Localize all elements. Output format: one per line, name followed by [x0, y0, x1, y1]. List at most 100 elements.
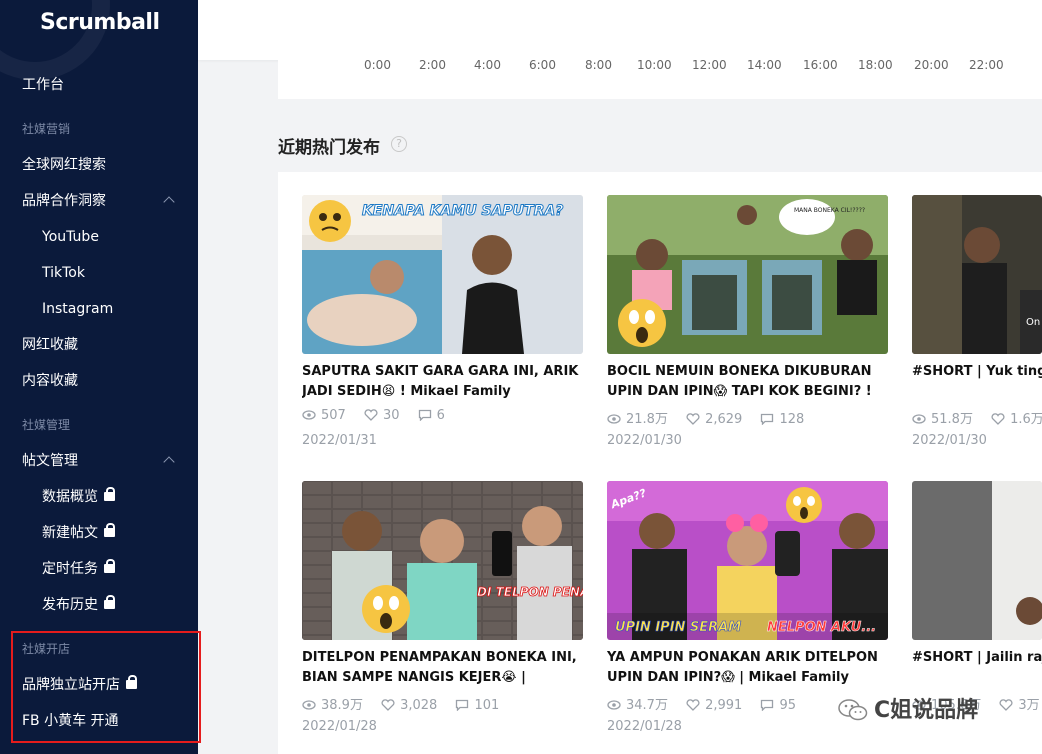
eye-icon: [302, 410, 316, 420]
lock-icon: [104, 559, 115, 574]
views-count: 21.8万: [626, 412, 668, 427]
post-thumbnail[interactable]: On: [912, 195, 1042, 354]
axis-tick: 10:00: [637, 58, 672, 72]
views-count: 507: [321, 408, 346, 423]
time-axis: 0:00 2:00 4:00 6:00 8:00 10:00 12:00 14:…: [278, 52, 1042, 99]
post-thumbnail[interactable]: [912, 481, 1042, 640]
axis-tick: 16:00: [803, 58, 838, 72]
post-stats: 38.9万 3,028 101: [302, 694, 513, 713]
eye-icon: [607, 414, 621, 424]
post-title[interactable]: YA AMPUN PONAKAN ARIK DITELPON UPIN DAN …: [607, 648, 888, 688]
sidebar-item-content-favorites[interactable]: 内容收藏: [22, 371, 78, 391]
sidebar-item-publish-history[interactable]: 发布历史: [42, 595, 115, 615]
sidebar-item-global-search[interactable]: 全球网红搜索: [22, 155, 106, 175]
comments-stat: 95: [760, 698, 796, 713]
chevron-up-icon[interactable]: [163, 196, 175, 208]
sidebar-item-label: 定时任务: [42, 561, 98, 577]
post-date: 2022/01/30: [912, 433, 987, 448]
thumb-text: KENAPA KAMU SAPUTRA?: [362, 203, 563, 219]
axis-tick: 4:00: [474, 58, 501, 72]
eye-icon: [607, 700, 621, 710]
views-stat: 34.7万: [607, 694, 668, 713]
chevron-up-icon[interactable]: [163, 456, 175, 468]
sidebar-item-data-overview[interactable]: 数据概览: [42, 487, 115, 507]
eye-icon: [302, 700, 316, 710]
views-count: 34.7万: [626, 698, 668, 713]
post-card[interactable]: KENAPA KAMU SAPUTRA? SAPUTRA SAKIT GARA …: [302, 195, 588, 465]
likes-stat: 2,629: [686, 412, 742, 427]
axis-tick: 14:00: [747, 58, 782, 72]
thumb-text: DI TELPON PENAMPAKAN SERAM...: [477, 585, 583, 599]
highlight-box: [11, 631, 201, 743]
post-card[interactable]: DI TELPON PENAMPAKAN SERAM... DITELPON P…: [302, 481, 588, 751]
heart-icon: [999, 699, 1013, 711]
lock-icon: [104, 487, 115, 502]
sidebar-item-influencer-favorites[interactable]: 网红收藏: [22, 335, 78, 355]
sidebar-item-post-management[interactable]: 帖文管理: [22, 451, 78, 471]
likes-count: 30: [382, 408, 400, 423]
post-card[interactable]: MANA BONEKA CIL!???? BOCIL NEMUIN BONEKA…: [607, 195, 893, 465]
post-stats: 507 30 6: [302, 408, 459, 426]
sidebar-item-workbench[interactable]: 工作台: [22, 75, 64, 95]
sidebar-item-instagram[interactable]: Instagram: [42, 299, 113, 319]
axis-tick: 6:00: [529, 58, 556, 72]
axis-tick: 22:00: [969, 58, 1004, 72]
post-thumbnail[interactable]: KENAPA KAMU SAPUTRA?: [302, 195, 583, 354]
views-stat: 51.8万: [912, 408, 973, 427]
post-title[interactable]: BOCIL NEMUIN BONEKA DIKUBURAN UPIN DAN I…: [607, 362, 888, 402]
app-logo[interactable]: Scrumball: [40, 10, 160, 35]
axis-tick: 12:00: [692, 58, 727, 72]
heart-icon: [991, 413, 1005, 425]
help-icon[interactable]: ?: [391, 136, 407, 152]
post-thumbnail[interactable]: Apa?? UPIN IPIN SERAM NELPON AKU...: [607, 481, 888, 640]
axis-tick: 0:00: [364, 58, 391, 72]
comment-icon: [418, 409, 431, 421]
thumb-text: NELPON AKU...: [767, 620, 876, 635]
heart-icon: [364, 409, 378, 421]
likes-count: 2,629: [705, 412, 743, 427]
thumb-text: UPIN IPIN SERAM: [615, 620, 741, 635]
section-title: 近期热门发布: [278, 138, 380, 158]
sidebar-item-tiktok[interactable]: TikTok: [42, 263, 85, 283]
axis-tick: 2:00: [419, 58, 446, 72]
likes-count: 3,028: [400, 698, 438, 713]
sidebar-item-brand-insight[interactable]: 品牌合作洞察: [22, 191, 106, 211]
post-thumbnail[interactable]: MANA BONEKA CIL!????: [607, 195, 888, 354]
wechat-icon: [838, 699, 868, 721]
comments-count: 95: [779, 698, 796, 713]
views-stat: 21.8万: [607, 408, 668, 427]
sidebar-item-youtube[interactable]: YouTube: [42, 227, 99, 247]
axis-tick: 8:00: [585, 58, 612, 72]
post-title[interactable]: #SHORT | Jailin raja: [912, 648, 1042, 668]
post-title[interactable]: DITELPON PENAMPAKAN BONEKA INI, BIAN SAM…: [302, 648, 583, 688]
watermark-text: C姐说品牌: [874, 698, 979, 723]
post-stats: 21.8万 2,629 128: [607, 408, 818, 427]
post-date: 2022/01/28: [607, 719, 682, 734]
sidebar-item-new-post[interactable]: 新建帖文: [42, 523, 115, 543]
comments-count: 128: [779, 412, 805, 427]
post-date: 2022/01/30: [607, 433, 682, 448]
heart-icon: [686, 413, 700, 425]
post-thumbnail[interactable]: DI TELPON PENAMPAKAN SERAM...: [302, 481, 583, 640]
likes-stat: 30: [364, 408, 400, 423]
post-card[interactable]: On #SHORT | Yuk tingg 51.8万 1.6万 2022/01…: [912, 195, 1042, 465]
comments-count: 101: [474, 698, 500, 713]
thumb-text: MANA BONEKA CIL!????: [794, 207, 865, 214]
sidebar-group-marketing: 社媒营销: [22, 122, 71, 136]
sidebar-item-scheduled-tasks[interactable]: 定时任务: [42, 559, 115, 579]
heart-icon: [381, 699, 395, 711]
likes-stat: 3万: [999, 694, 1040, 713]
comments-stat: 128: [760, 412, 804, 427]
likes-stat: 1.6万: [991, 408, 1042, 427]
post-date: 2022/01/31: [302, 433, 377, 448]
views-stat: 507: [302, 408, 346, 423]
heart-icon: [686, 699, 700, 711]
post-date: 2022/01/28: [302, 719, 377, 734]
comment-icon: [761, 699, 774, 711]
comments-stat: 6: [418, 408, 445, 423]
lock-icon: [104, 595, 115, 610]
watermark: C姐说品牌: [838, 692, 978, 724]
post-title[interactable]: SAPUTRA SAKIT GARA GARA INI, ARIK JADI S…: [302, 362, 583, 402]
post-title[interactable]: #SHORT | Yuk tingg: [912, 362, 1042, 382]
thumb-text: On: [1026, 317, 1040, 328]
